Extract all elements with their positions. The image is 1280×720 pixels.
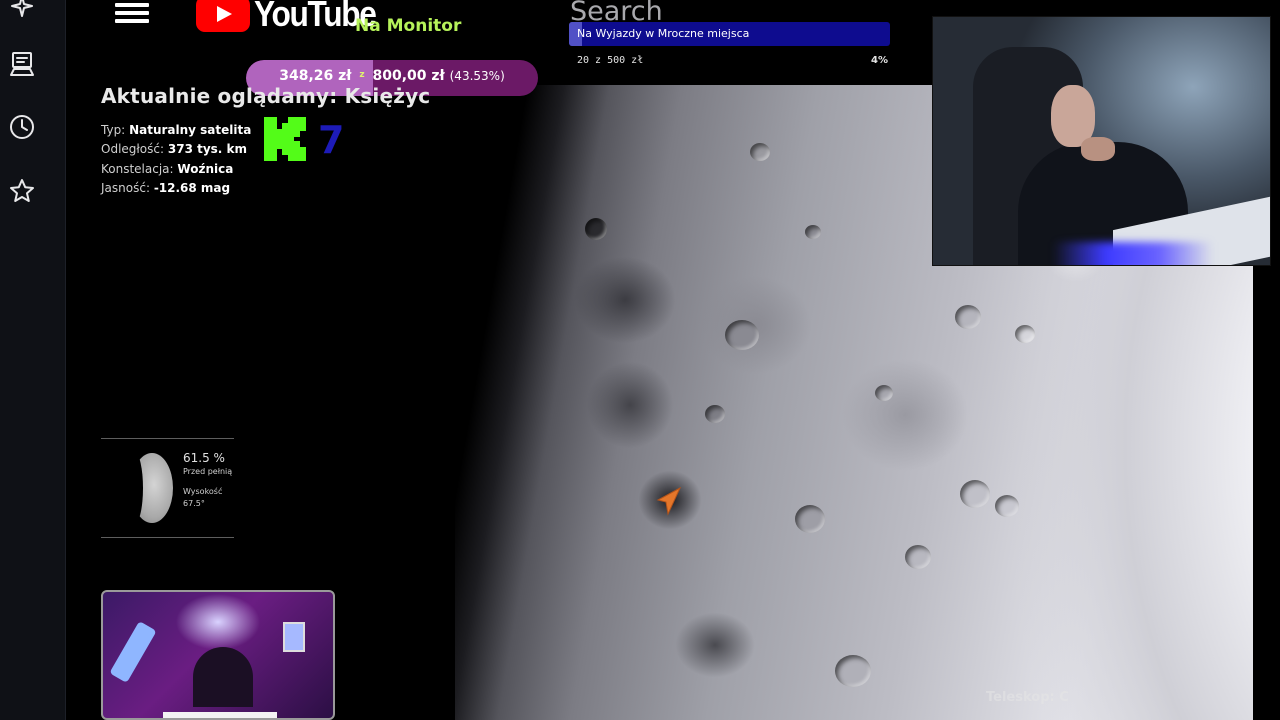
info-value: -12.68 mag [153, 181, 231, 195]
monitor-icon[interactable] [8, 50, 36, 78]
crater [960, 480, 990, 508]
trip-goal-label: Na Wyjazdy w Mroczne miejsca [577, 27, 750, 40]
sparkle-icon[interactable] [8, 0, 36, 20]
crater [875, 385, 893, 401]
kick-logo-icon [264, 117, 306, 161]
info-row-distance: Odległość: 373 tys. km [101, 142, 247, 156]
trip-goal-count: 20 z 500 zł [577, 55, 644, 66]
crater [585, 218, 607, 240]
crater [905, 545, 931, 569]
moon-altitude-value: 67.5° [183, 499, 205, 508]
info-row-brightness: Jasność: -12.68 mag [101, 181, 230, 195]
donation-text: 348,26 zł z 800,00 zł (43.53%) [246, 68, 538, 84]
moon-phase-widget: 61.5 % Przed pełnią Wysokość 67.5° [101, 438, 234, 538]
crater [750, 143, 770, 161]
info-value: 373 tys. km [167, 142, 248, 156]
info-key: Typ: [101, 123, 126, 137]
donation-goal: 800,00 zł [372, 68, 445, 84]
crater [805, 225, 821, 239]
object-title: Aktualnie oglądamy: Księżyc [101, 84, 431, 108]
kick-viewer-count: 7 [318, 118, 345, 162]
star-icon[interactable] [8, 177, 36, 205]
crater [955, 305, 981, 329]
crater [995, 495, 1019, 517]
moon-phase-icon [127, 453, 173, 523]
crater [835, 655, 871, 687]
info-key: Jasność: [101, 181, 150, 195]
moon-phase-label: Przed pełnią [183, 467, 233, 476]
crater [705, 405, 725, 423]
crater [795, 505, 825, 533]
clock-icon[interactable] [8, 113, 36, 141]
donation-raised: 348,26 zł [279, 68, 352, 84]
crater [1015, 325, 1035, 343]
trip-goal-percent: 4% [871, 55, 888, 66]
channel-subtitle: Na Monitor [355, 16, 462, 36]
info-value: Woźnica [177, 162, 234, 176]
info-key: Konstelacja: [101, 162, 174, 176]
donation-percent: (43.53%) [449, 69, 505, 83]
info-key: Odległość: [101, 142, 165, 156]
info-row-type: Typ: Naturalny satelita [101, 123, 251, 137]
crater [725, 320, 759, 350]
studio-preview-thumbnail [101, 590, 335, 720]
moon-illumination: 61.5 % [183, 451, 225, 465]
info-row-constellation: Konstelacja: Woźnica [101, 162, 233, 176]
moon-altitude-label: Wysokość [183, 487, 223, 496]
info-value: Naturalny satelita [129, 123, 252, 137]
youtube-play-icon [196, 0, 250, 32]
donation-separator: z [359, 70, 365, 80]
feed-watermark: Teleskop: C [986, 690, 1069, 705]
menu-icon[interactable] [115, 0, 151, 28]
cursor-arrow-icon [656, 486, 682, 516]
streamer-webcam [932, 16, 1271, 266]
trip-goal-bar: Na Wyjazdy w Mroczne miejsca [569, 22, 890, 46]
left-nav-rail [0, 0, 66, 720]
